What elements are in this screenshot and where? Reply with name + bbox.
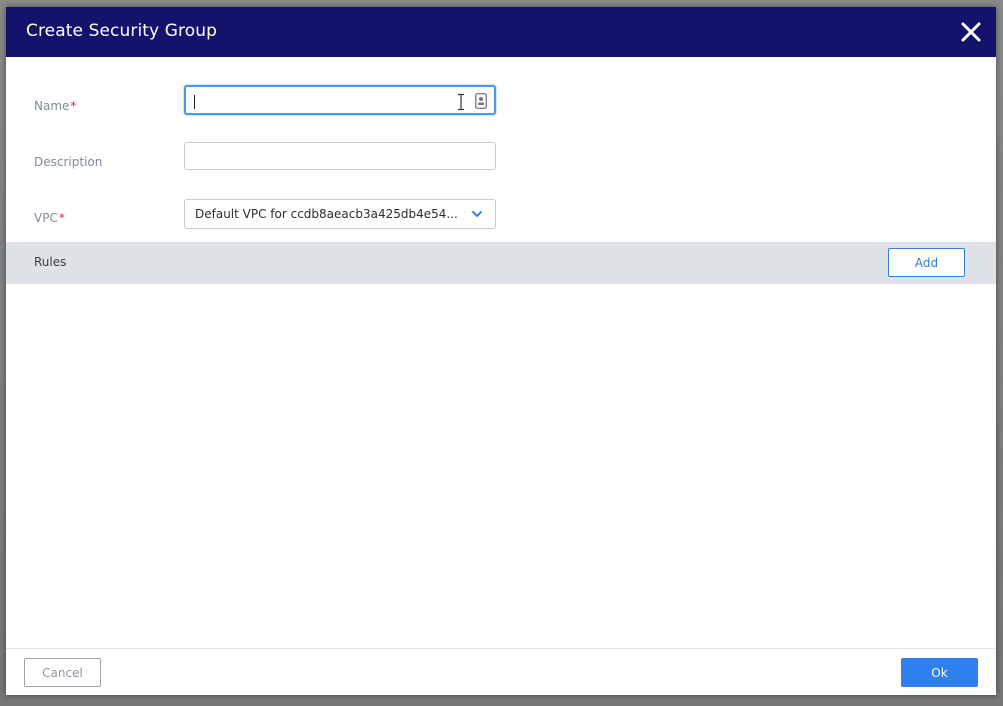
vpc-label: VPC* (34, 211, 65, 225)
vpc-select[interactable]: Default VPC for ccdb8aeacb3a425db4e54... (184, 199, 496, 229)
description-input[interactable] (184, 142, 496, 170)
rules-section-header: Rules Add (6, 242, 996, 284)
close-button[interactable] (958, 19, 984, 45)
create-security-group-dialog: Create Security Group Name* Description (6, 7, 996, 695)
vpc-row: VPC* Default VPC for ccdb8aeacb3a425db4e… (6, 199, 996, 239)
vpc-selected-value: Default VPC for ccdb8aeacb3a425db4e54... (195, 207, 458, 221)
name-row: Name* (6, 85, 996, 127)
add-rule-button[interactable]: Add (888, 248, 965, 277)
vpc-required-mark: * (58, 211, 65, 225)
close-icon (961, 22, 981, 42)
dialog-title: Create Security Group (26, 21, 217, 41)
chevron-down-icon (472, 211, 482, 217)
dialog-footer: Cancel Ok (6, 648, 996, 695)
description-label: Description (34, 155, 103, 169)
rules-label: Rules (34, 255, 67, 269)
ok-button[interactable]: Ok (901, 658, 978, 687)
text-cursor-icon (458, 93, 464, 111)
description-row: Description (6, 142, 996, 183)
name-required-mark: * (70, 99, 77, 113)
cancel-button[interactable]: Cancel (24, 658, 101, 687)
autofill-contact-icon[interactable] (475, 93, 487, 109)
name-input[interactable] (184, 85, 496, 115)
name-label: Name* (34, 99, 77, 113)
dialog-header: Create Security Group (6, 7, 996, 57)
text-caret (194, 95, 195, 109)
